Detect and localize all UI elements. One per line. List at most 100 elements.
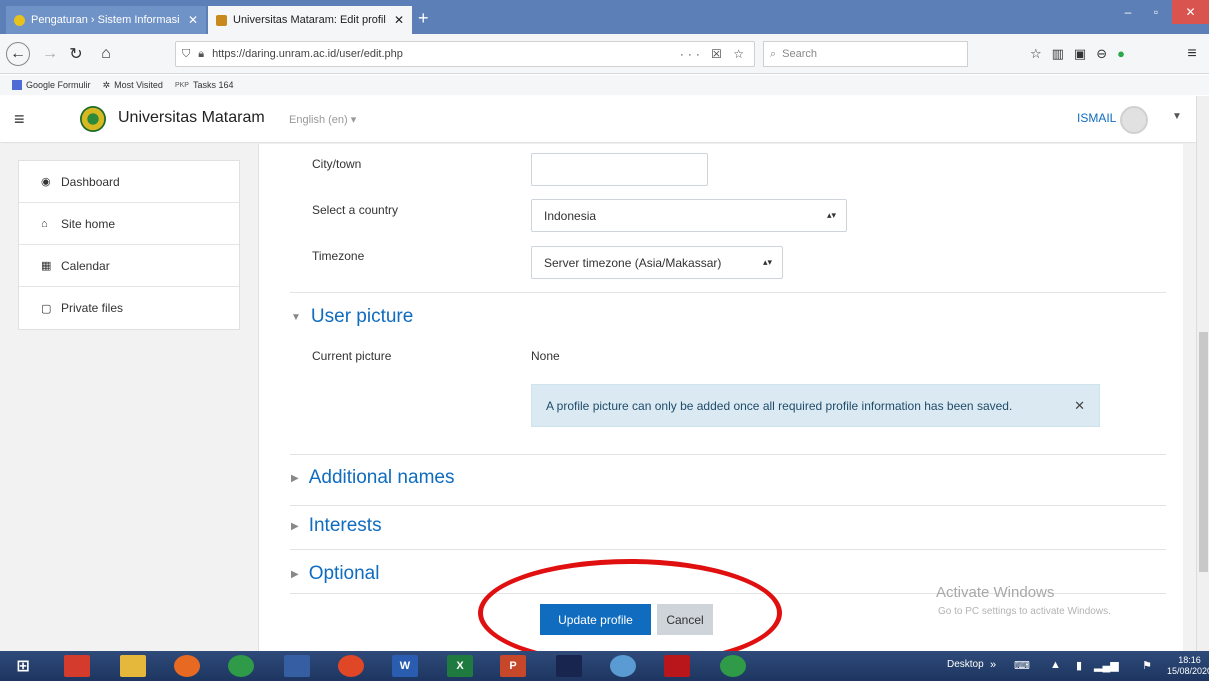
gear-icon: ✲	[102, 79, 111, 90]
search-input[interactable]: ⌕ Search	[763, 41, 968, 67]
maximize-window-icon[interactable]: ▫	[1142, 0, 1170, 24]
close-icon[interactable]: ✕	[1074, 398, 1085, 414]
forward-arrow-icon[interactable]: →	[38, 42, 62, 66]
bookmark-tasks[interactable]: PKP Tasks 164	[175, 80, 234, 90]
nav-drawer: ◉ Dashboard ⌂ Site home ▦ Calendar ▢ Pri…	[18, 160, 240, 330]
chevron-right-icon[interactable]: »	[990, 659, 996, 671]
photoshop-icon[interactable]	[556, 655, 582, 677]
word-icon[interactable]: W	[392, 655, 418, 677]
divider	[290, 454, 1166, 455]
menu-icon[interactable]: ≡	[1180, 42, 1204, 66]
home-icon[interactable]: ⌂	[94, 42, 118, 66]
tab-title: Pengaturan › Sistem Informasi	[31, 14, 180, 26]
city-label: City/town	[312, 157, 362, 171]
scrollbar-thumb[interactable]	[1199, 332, 1208, 572]
info-alert: A profile picture can only be added once…	[531, 384, 1100, 427]
divider	[290, 549, 1166, 550]
app-icon[interactable]	[664, 655, 690, 677]
chrome-icon[interactable]	[228, 655, 254, 677]
search-icon: ⌕	[770, 47, 777, 60]
file-icon: ▢	[41, 302, 52, 315]
firefox-icon[interactable]	[174, 655, 200, 677]
page-actions-icon[interactable]: ··· ☒ ☆	[680, 47, 748, 61]
battery-icon[interactable]: ▮	[1076, 659, 1082, 672]
calendar-icon: ▦	[41, 260, 52, 272]
country-select[interactable]: Indonesia ▴▾	[531, 199, 847, 232]
chevron-right-icon: ▶	[291, 472, 299, 484]
chevron-down-icon[interactable]: ▼	[1172, 111, 1182, 122]
tab-edit-profile[interactable]: Universitas Mataram: Edit profil ✕	[208, 6, 412, 34]
signal-icon[interactable]: ▂▄▆	[1094, 659, 1119, 672]
tab-title: Universitas Mataram: Edit profil	[233, 14, 386, 26]
divider	[290, 505, 1166, 506]
current-picture-label: Current picture	[312, 349, 392, 363]
powerpoint-icon[interactable]: P	[500, 655, 526, 677]
chevron-down-icon: ▼	[291, 311, 301, 323]
chrome-icon[interactable]	[720, 655, 746, 677]
minimize-window-icon[interactable]: –	[1114, 0, 1142, 24]
close-icon[interactable]: ✕	[188, 13, 198, 27]
divider	[290, 292, 1166, 293]
forms-icon	[12, 80, 22, 90]
url-text: https://daring.unram.ac.id/user/edit.php	[212, 48, 403, 60]
reload-icon[interactable]: ↻	[64, 42, 88, 66]
timezone-select[interactable]: Server timezone (Asia/Makassar) ▴▾	[531, 246, 783, 279]
site-header: ≡ Universitas Mataram English (en) ▾ ISM…	[0, 96, 1196, 143]
language-menu[interactable]: English (en) ▾	[289, 113, 356, 126]
app-icon[interactable]	[338, 655, 364, 677]
timezone-label: Timezone	[312, 249, 365, 263]
chevron-right-icon: ▶	[291, 520, 299, 532]
new-tab-button[interactable]: +	[418, 6, 429, 30]
sidebar-item-calendar[interactable]: ▦ Calendar	[19, 245, 239, 287]
select-arrows-icon: ▴▾	[762, 257, 772, 267]
pkp-icon: PKP	[174, 81, 189, 89]
windows-start-icon[interactable]: ⊞	[10, 655, 36, 677]
interests-section-toggle[interactable]: ▶ Interests	[291, 515, 382, 537]
media-player-icon[interactable]	[284, 655, 310, 677]
dashboard-icon: ◉	[41, 176, 51, 188]
file-explorer-icon[interactable]	[120, 655, 146, 677]
chevron-right-icon: ▶	[291, 568, 299, 580]
bookmark-google-formulir[interactable]: Google Formulir	[12, 80, 91, 90]
sidebar-item-dashboard[interactable]: ◉ Dashboard	[19, 161, 239, 203]
flag-icon[interactable]: ⚑	[1142, 659, 1152, 672]
browser-tab-bar: Pengaturan › Sistem Informasi ✕ Universi…	[0, 0, 1209, 34]
browser-nav-bar: ← → ↻ ⌂ ⛉ 🔒︎ https://daring.unram.ac.id/…	[0, 34, 1209, 74]
university-logo[interactable]	[80, 106, 106, 132]
app-icon[interactable]	[610, 655, 636, 677]
avatar[interactable]	[1120, 106, 1148, 134]
sidebar-item-private-files[interactable]: ▢ Private files	[19, 287, 239, 329]
hamburger-menu-icon[interactable]: ≡	[14, 109, 25, 130]
select-arrows-icon: ▴▾	[826, 210, 836, 220]
optional-section-toggle[interactable]: ▶ Optional	[291, 563, 379, 585]
chevron-up-icon[interactable]: ▲	[1050, 659, 1061, 671]
tab-favicon-icon	[14, 14, 25, 26]
scrollbar[interactable]	[1196, 96, 1209, 651]
tab-favicon-icon	[216, 14, 227, 26]
windows-taskbar: ⊞ W X P Desktop » ⌨ ▲ ▮ ▂▄▆ ⚑ 18:16 15/0…	[0, 651, 1209, 681]
activation-watermark: Activate Windows	[936, 584, 1055, 601]
site-name[interactable]: Universitas Mataram	[118, 109, 265, 127]
close-window-icon[interactable]: ✕	[1172, 0, 1209, 24]
close-icon[interactable]: ✕	[394, 13, 404, 27]
city-input[interactable]	[531, 153, 708, 186]
tab-pengaturan[interactable]: Pengaturan › Sistem Informasi ✕	[6, 6, 206, 34]
desktop-toolbar[interactable]: Desktop	[947, 659, 984, 670]
app-icon[interactable]	[64, 655, 90, 677]
sidebar-item-site-home[interactable]: ⌂ Site home	[19, 203, 239, 245]
excel-icon[interactable]: X	[447, 655, 473, 677]
toolbar-icons[interactable]: ☆▥▣⊖●	[1030, 46, 1135, 62]
activation-watermark-hint: Go to PC settings to activate Windows.	[938, 606, 1111, 617]
user-name[interactable]: ISMAIL	[1077, 111, 1116, 125]
search-placeholder: Search	[782, 48, 818, 60]
additional-names-section-toggle[interactable]: ▶ Additional names	[291, 467, 454, 489]
current-picture-value: None	[531, 349, 560, 363]
user-picture-section-toggle[interactable]: ▼ User picture	[291, 306, 413, 328]
address-bar[interactable]: ⛉ 🔒︎ https://daring.unram.ac.id/user/edi…	[175, 41, 755, 67]
bookmark-most-visited[interactable]: ✲ Most Visited	[103, 80, 163, 91]
lock-icon: 🔒︎	[198, 47, 205, 60]
country-label: Select a country	[312, 203, 399, 217]
keyboard-icon[interactable]: ⌨	[1014, 659, 1030, 672]
back-arrow-icon[interactable]: ←	[6, 42, 30, 66]
system-clock[interactable]: 18:16 15/08/2020	[1167, 655, 1209, 677]
